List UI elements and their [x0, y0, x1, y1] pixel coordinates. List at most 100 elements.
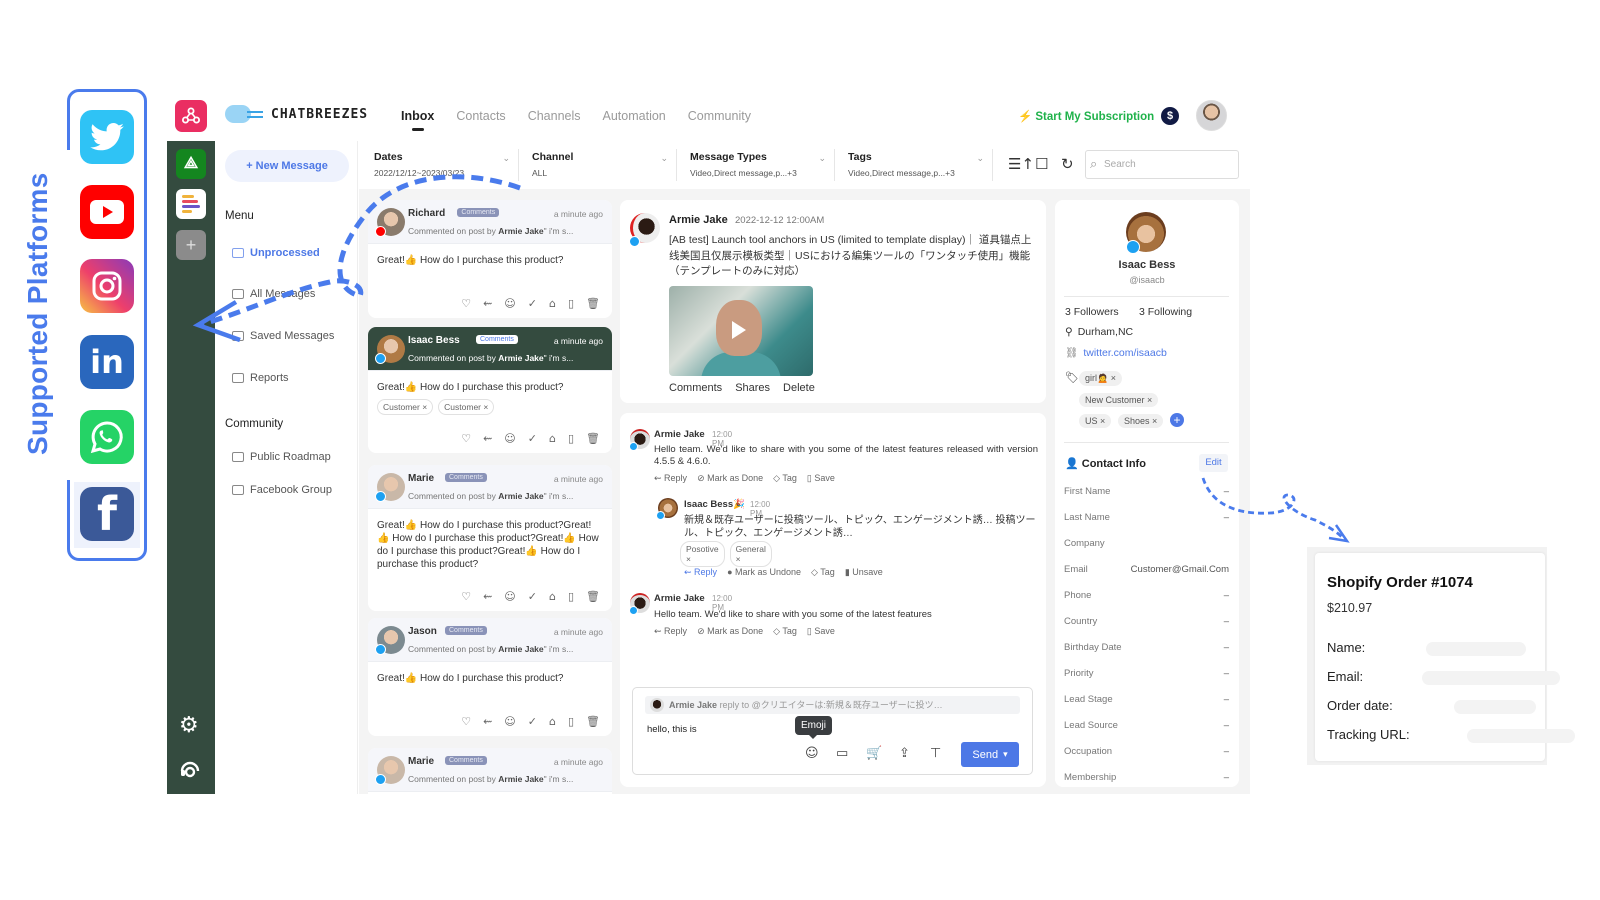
like-icon[interactable]: ♡ — [461, 297, 471, 310]
save-icon[interactable]: ▯ — [568, 590, 574, 603]
profile-link[interactable]: ⛓ twitter.com/isaacb — [1065, 346, 1167, 360]
sidebar-item-unprocessed[interactable]: Unprocessed — [232, 247, 320, 259]
tag-icon[interactable]: ⌂ — [549, 432, 556, 445]
tag-pill[interactable]: girl🙍 × — [1079, 371, 1122, 386]
edit-contact-button[interactable]: Edit — [1199, 454, 1228, 472]
select-all-checkbox-icon[interactable]: ☐ — [1035, 155, 1048, 173]
sidebar-item-all-messages[interactable]: All Messages — [232, 288, 315, 300]
field-value[interactable]: – — [1224, 512, 1229, 523]
sidebar-item-facebook-group[interactable]: Facebook Group — [232, 484, 332, 496]
send-button[interactable]: Send ▾ — [961, 742, 1019, 767]
sort-icon[interactable]: ☰↑ — [1008, 155, 1034, 173]
filter-channel[interactable]: Channel ALL ⌄ — [532, 149, 677, 181]
field-value[interactable]: – — [1224, 694, 1229, 705]
cart-icon[interactable]: 🛒 — [866, 746, 882, 761]
filter-tags[interactable]: Tags Video,Direct message,p...+3 ⌄ — [848, 149, 993, 181]
tag-button[interactable]: ◇ Tag — [811, 567, 835, 578]
delete-link[interactable]: Delete — [783, 382, 815, 394]
tag-pill[interactable]: US × — [1079, 414, 1112, 428]
tag-pill[interactable]: Posotive × — [680, 541, 725, 567]
template-icon[interactable]: ⊤ — [930, 746, 941, 761]
delete-icon[interactable]: 🗑 — [586, 715, 600, 728]
mark-done-icon[interactable]: ✓ — [528, 297, 537, 310]
nav-inbox[interactable]: Inbox — [401, 109, 434, 131]
message-input[interactable] — [647, 724, 787, 735]
search-input[interactable]: Search — [1085, 150, 1239, 179]
mark-done-icon[interactable]: ✓ — [528, 590, 537, 603]
message-card[interactable]: Marie Comments a minute ago Commented on po… — [368, 748, 612, 808]
field-value[interactable]: – — [1224, 486, 1229, 497]
nav-automation[interactable]: Automation — [603, 109, 666, 123]
rail-add-app-button[interactable]: + — [176, 230, 206, 260]
settings-gear-icon[interactable]: ⚙ — [179, 713, 199, 738]
sidebar-item-reports[interactable]: Reports — [232, 372, 289, 384]
tag-pill[interactable]: Customer × — [438, 399, 495, 415]
billing-icon[interactable]: $ — [1161, 107, 1179, 125]
quick-reply-icon[interactable]: ▭ — [836, 746, 848, 761]
field-value[interactable]: – — [1224, 590, 1229, 601]
message-card[interactable]: Richard Comments a minute ago Commented on … — [368, 200, 612, 318]
caret-down-icon[interactable]: ▾ — [1003, 749, 1008, 760]
message-card[interactable]: Isaac Bess Comments a minute ago Commented … — [368, 327, 612, 453]
tag-icon[interactable]: ⌂ — [549, 590, 556, 603]
start-subscription-link[interactable]: ⚡ Start My Subscription — [1018, 109, 1154, 123]
tag-pill[interactable]: Customer × — [377, 399, 434, 415]
save-button[interactable]: ▯ Save — [807, 626, 835, 637]
refresh-icon[interactable]: ↻ — [1061, 155, 1074, 173]
message-card[interactable]: Marie Comments a minute ago Commented on po… — [368, 465, 612, 611]
message-card[interactable]: Jason Comments a minute ago Commented on po… — [368, 618, 612, 736]
filter-message-types[interactable]: Message Types Video,Direct message,p...+… — [690, 149, 835, 181]
upload-icon[interactable]: ⇪ — [899, 746, 910, 761]
field-value[interactable]: – — [1224, 616, 1229, 627]
reply-button[interactable]: ⇜ Reply — [684, 567, 717, 578]
nav-channels[interactable]: Channels — [528, 109, 581, 123]
mark-undone-button[interactable]: ● Mark as Undone — [727, 567, 801, 578]
new-message-button[interactable]: + New Message — [225, 150, 349, 182]
rail-app-bars-icon[interactable] — [176, 189, 206, 219]
nav-community[interactable]: Community — [688, 109, 751, 123]
sidebar-item-saved-messages[interactable]: Saved Messages — [232, 330, 334, 342]
support-headset-icon[interactable] — [179, 759, 201, 779]
reply-button[interactable]: ⇜ Reply — [654, 626, 687, 637]
tag-pill[interactable]: General × — [729, 541, 772, 567]
unsave-button[interactable]: ▮ Unsave — [845, 567, 883, 578]
mark-done-icon[interactable]: ✓ — [528, 432, 537, 445]
save-icon[interactable]: ▯ — [568, 297, 574, 310]
save-button[interactable]: ▯ Save — [807, 473, 835, 484]
field-value[interactable]: – — [1224, 720, 1229, 731]
filter-dates[interactable]: Dates 2022/12/12~2023/03/23 ⌄ — [374, 149, 519, 181]
field-value[interactable]: – — [1224, 746, 1229, 757]
field-value[interactable]: – — [1224, 668, 1229, 679]
like-icon[interactable]: ♡ — [461, 590, 471, 603]
mark-done-icon[interactable]: ✓ — [528, 715, 537, 728]
like-icon[interactable]: ♡ — [461, 715, 471, 728]
sidebar-item-public-roadmap[interactable]: Public Roadmap — [232, 451, 331, 463]
comments-link[interactable]: Comments — [669, 382, 722, 394]
like-icon[interactable]: ♡ — [461, 432, 471, 445]
messenger-icon[interactable]: ☺ — [504, 590, 515, 603]
play-icon[interactable] — [732, 321, 746, 339]
mark-done-button[interactable]: ⊘ Mark as Done — [697, 473, 763, 484]
tag-button[interactable]: ◇ Tag — [773, 626, 797, 637]
rail-app-triangle-icon[interactable]: ⟁ — [176, 149, 206, 179]
delete-icon[interactable]: 🗑 — [586, 590, 600, 603]
messenger-icon[interactable]: ☺ — [504, 715, 515, 728]
save-icon[interactable]: ▯ — [568, 715, 574, 728]
webhook-logo[interactable] — [175, 100, 207, 132]
tag-pill[interactable]: Shoes × — [1118, 414, 1164, 428]
field-value[interactable]: Customer@Gmail.Com — [1131, 564, 1229, 575]
reply-icon[interactable]: ⇜ — [483, 297, 492, 310]
mark-done-button[interactable]: ⊘ Mark as Done — [697, 626, 763, 637]
tag-icon[interactable]: ⌂ — [549, 715, 556, 728]
emoji-icon[interactable]: ☺ — [805, 746, 819, 761]
tag-icon[interactable]: ⌂ — [549, 297, 556, 310]
reply-icon[interactable]: ⇜ — [483, 432, 492, 445]
reply-button[interactable]: ⇜ Reply — [654, 473, 687, 484]
field-value[interactable]: – — [1224, 642, 1229, 653]
user-avatar[interactable] — [1196, 100, 1227, 131]
messenger-icon[interactable]: ☺ — [504, 297, 515, 310]
messenger-icon[interactable]: ☺ — [504, 432, 515, 445]
field-value[interactable]: – — [1224, 772, 1229, 783]
delete-icon[interactable]: 🗑 — [586, 297, 600, 310]
shares-link[interactable]: Shares — [735, 382, 770, 394]
